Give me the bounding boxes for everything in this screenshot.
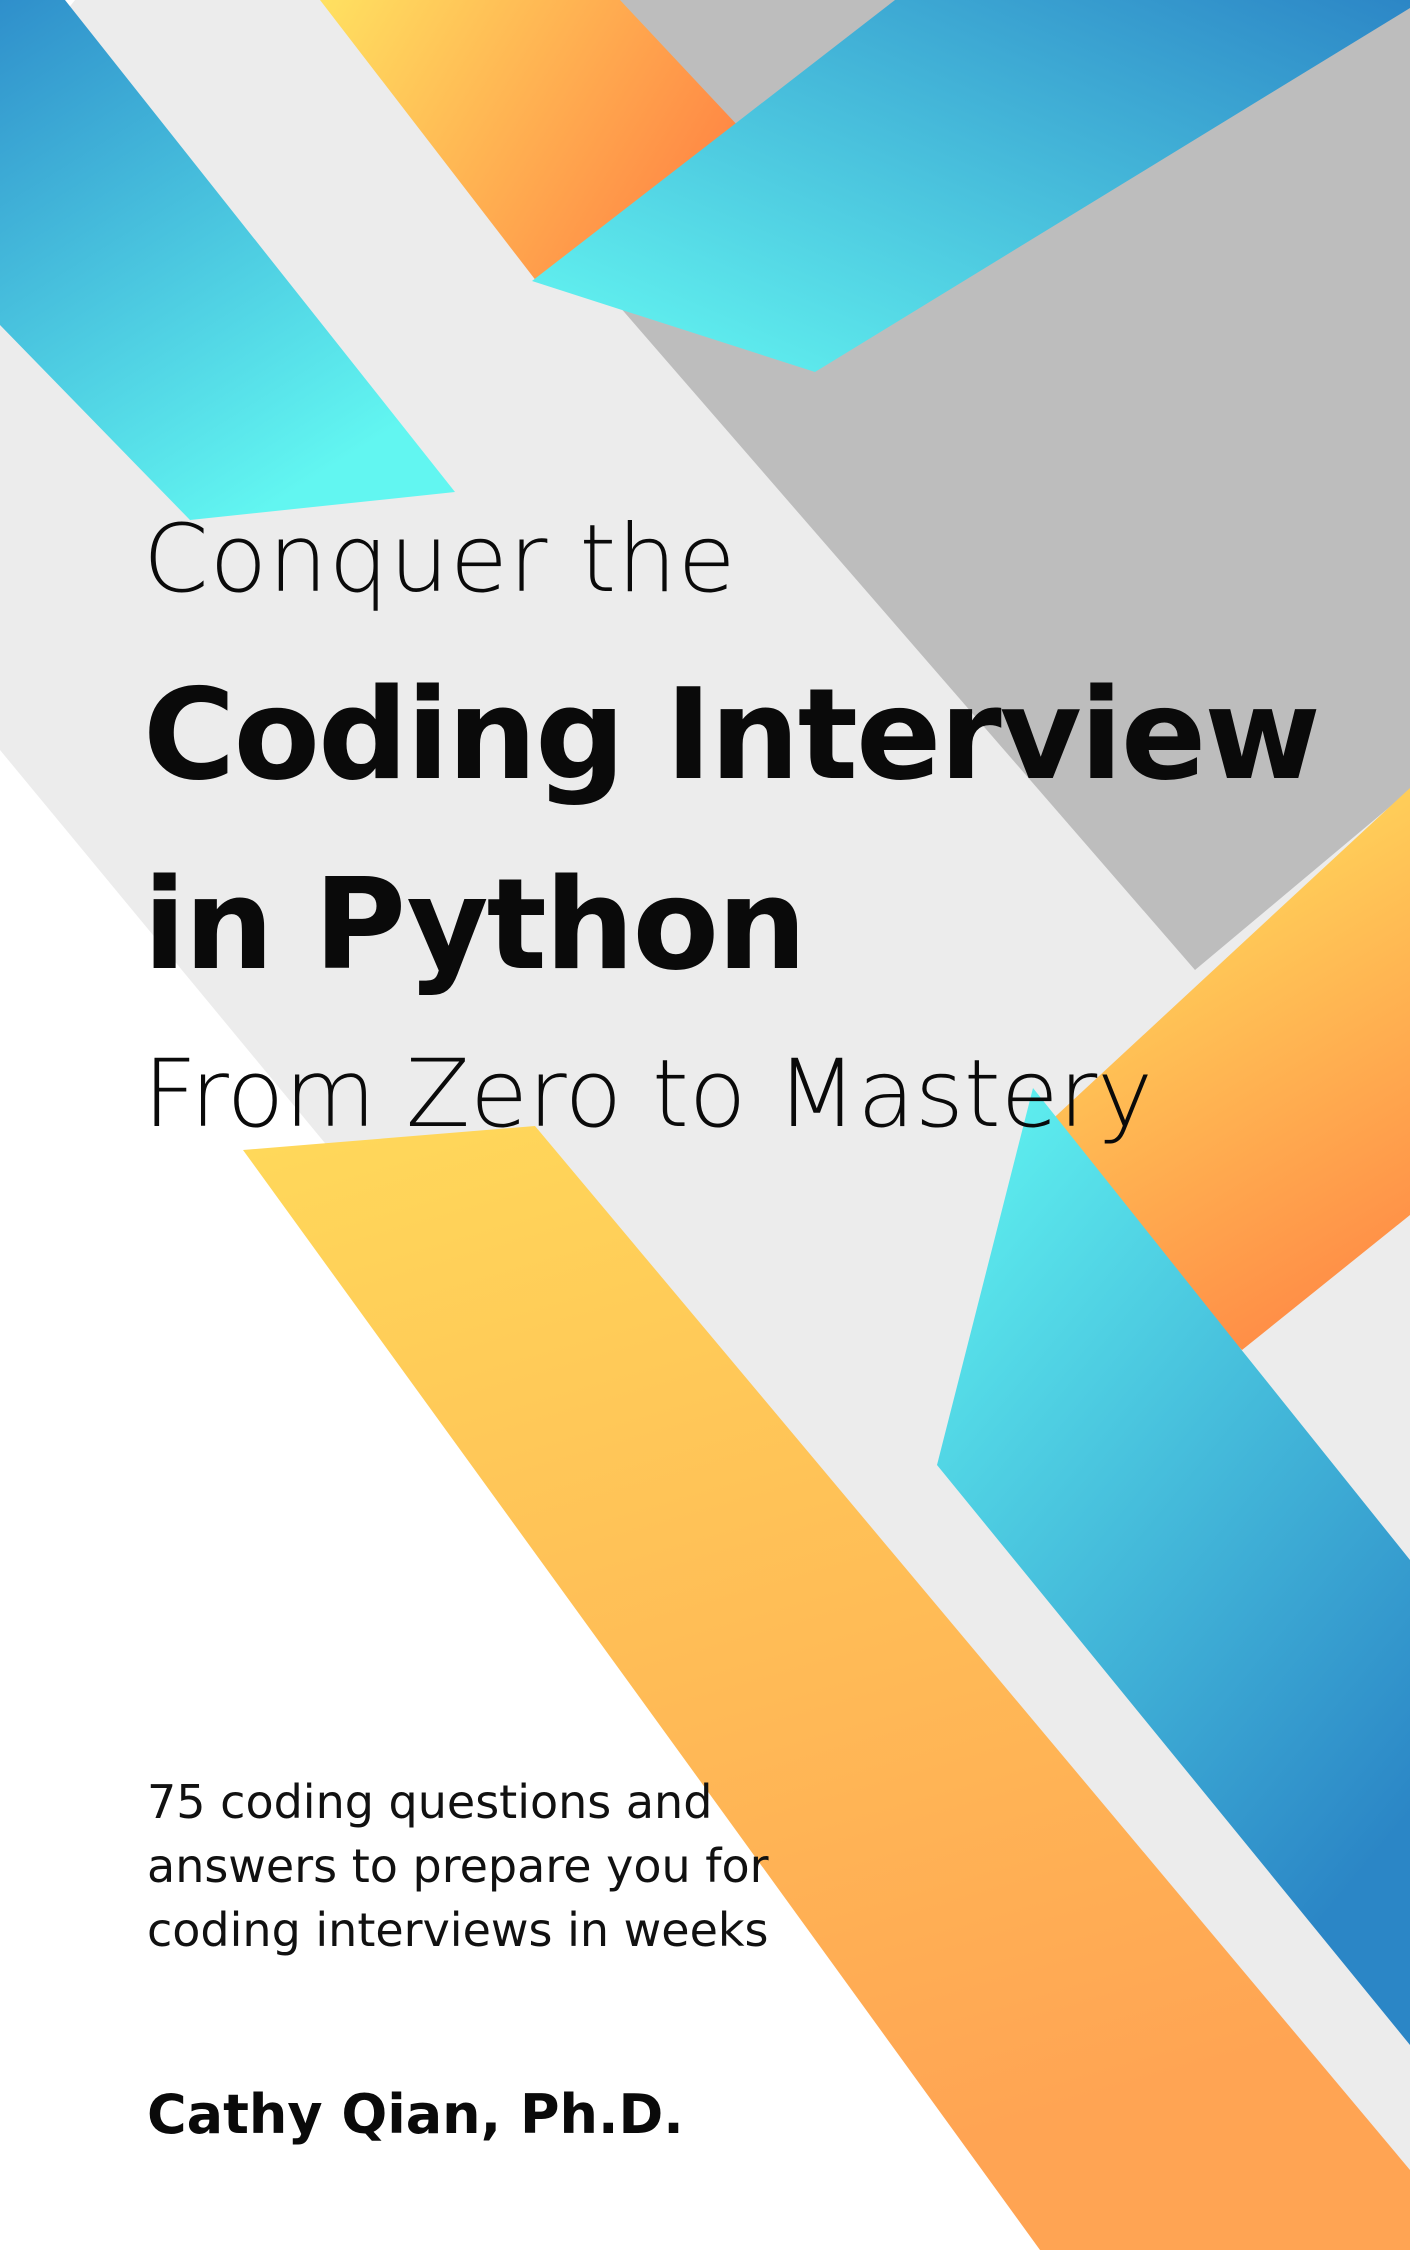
blurb-line-1: 75 coding questions and bbox=[147, 1775, 713, 1829]
book-cover: Conquer the Coding Interview in Python F… bbox=[0, 0, 1410, 2250]
author-name: Cathy Qian, Ph.D. bbox=[147, 2083, 684, 2146]
blurb-line-3: coding interviews in weeks bbox=[147, 1903, 769, 1957]
title-line-2: in Python bbox=[143, 851, 807, 998]
blurb-line-2: answers to prepare you for bbox=[147, 1839, 769, 1893]
title-line-1: Coding Interview bbox=[143, 661, 1321, 808]
subtitle: From Zero to Mastery bbox=[143, 1040, 1153, 1149]
pre-title: Conquer the bbox=[143, 505, 737, 614]
